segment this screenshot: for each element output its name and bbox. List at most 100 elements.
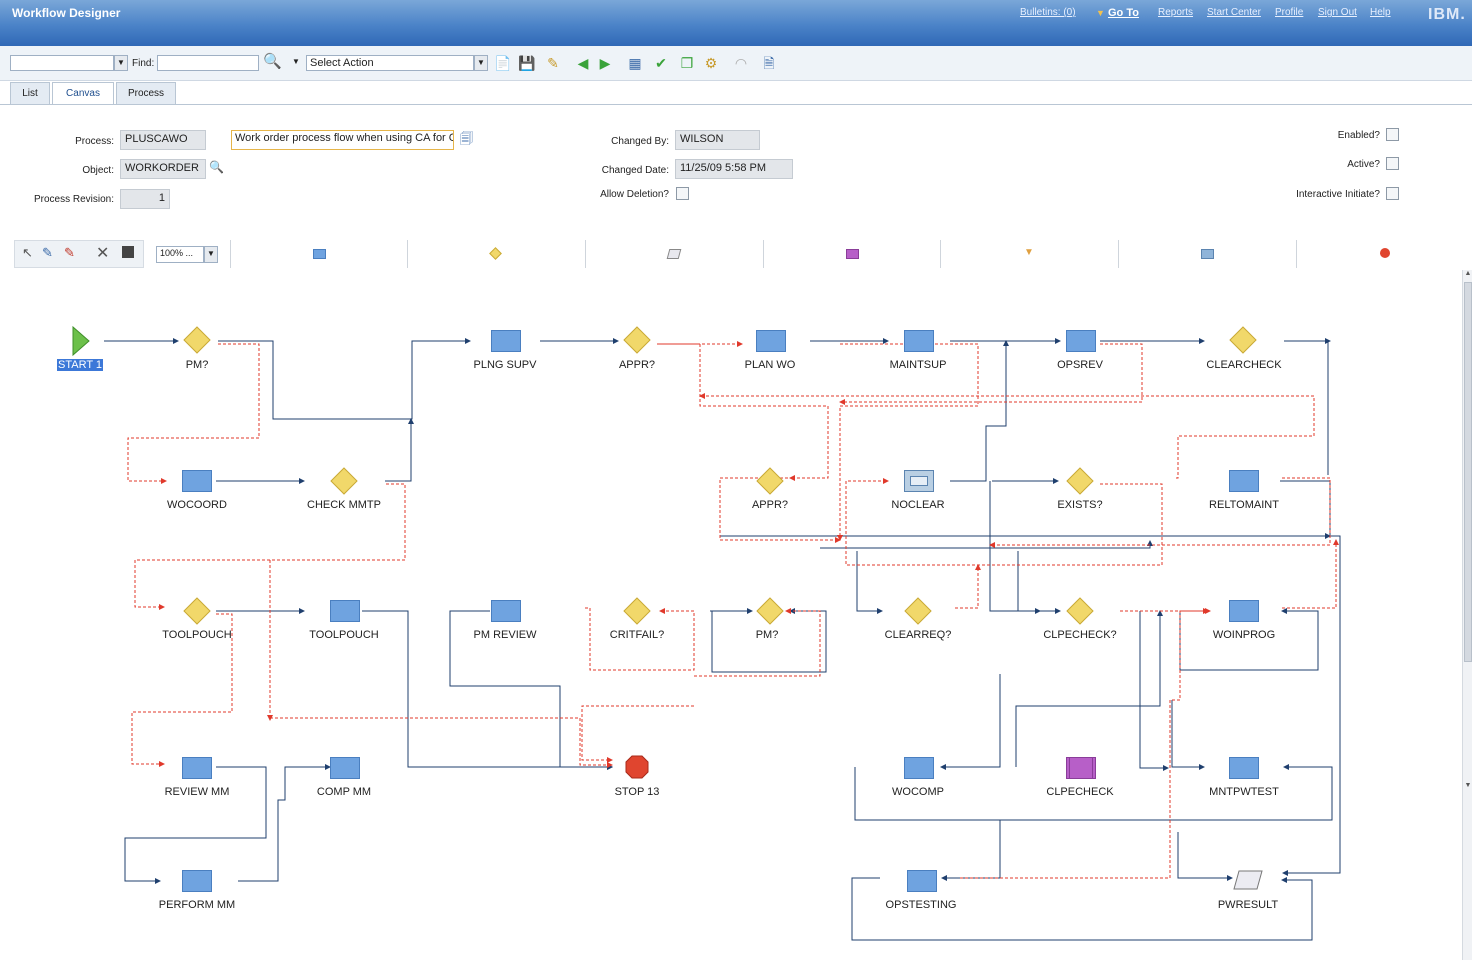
sign-out-link[interactable]: Sign Out <box>1318 7 1357 18</box>
task-node-icon[interactable] <box>1229 470 1259 492</box>
clear-changes-icon[interactable]: ✎ <box>544 54 562 72</box>
condition-node-icon[interactable] <box>904 597 932 625</box>
revision-field[interactable]: 1 <box>120 189 170 209</box>
active-checkbox[interactable] <box>1386 157 1399 170</box>
scroll-up-icon[interactable]: ▲ <box>1464 270 1472 280</box>
node-label-stop13[interactable]: STOP 13 <box>577 786 697 798</box>
scroll-down-icon[interactable]: ▼ <box>1464 782 1472 792</box>
search-icon[interactable]: 🔍 <box>263 52 282 70</box>
node-label-plngsupv[interactable]: PLNG SUPV <box>445 359 565 371</box>
zoom-dropdown-icon[interactable]: ▼ <box>204 246 218 263</box>
condition-node-icon[interactable] <box>623 597 651 625</box>
scroll-thumb[interactable] <box>1464 282 1472 662</box>
workflow-canvas[interactable]: START 1 PM? PLNG SUPV APPR? PLAN WO MAIN… <box>0 270 1462 960</box>
node-label-opsrev[interactable]: OPSREV <box>1020 359 1140 371</box>
node-label-appr1[interactable]: APPR? <box>577 359 697 371</box>
node-label-compmm[interactable]: COMP MM <box>284 786 404 798</box>
subprocess-node-icon[interactable] <box>1066 757 1096 779</box>
condition-node-icon[interactable] <box>1066 597 1094 625</box>
new-record-icon[interactable]: 📄 <box>494 54 512 72</box>
process-field[interactable]: PLUSCAWO <box>120 130 206 150</box>
node-label-performmm[interactable]: PERFORM MM <box>137 899 257 911</box>
activate-icon[interactable]: ❐ <box>678 54 696 72</box>
node-label-wocomp[interactable]: WOCOMP <box>858 786 978 798</box>
positive-connector-icon[interactable]: ✎ <box>42 245 53 261</box>
long-description-icon[interactable]: 🗐 <box>460 130 473 152</box>
allow-deletion-checkbox[interactable] <box>676 187 689 200</box>
node-label-wocoord[interactable]: WOCOORD <box>137 499 257 511</box>
node-label-checkmmtp[interactable]: CHECK MMTP <box>284 499 404 511</box>
interactive-initiate-checkbox[interactable] <box>1386 187 1399 200</box>
node-label-opstesting[interactable]: OPSTESTING <box>861 899 981 911</box>
manual-input-node-icon[interactable] <box>1233 870 1263 890</box>
help-link[interactable]: Help <box>1370 7 1391 18</box>
node-label-reviewmm[interactable]: REVIEW MM <box>137 786 257 798</box>
changed-date-field[interactable]: 11/25/09 5:58 PM <box>675 159 793 179</box>
profile-link[interactable]: Profile <box>1275 7 1303 18</box>
wait-node-icon[interactable] <box>904 470 934 492</box>
condition-node-icon[interactable] <box>756 467 784 495</box>
task-node-icon[interactable] <box>491 330 521 352</box>
enabled-checkbox[interactable] <box>1386 128 1399 141</box>
select-action[interactable]: Select Action <box>306 55 474 71</box>
find-input[interactable] <box>157 55 259 71</box>
node-label-planwo[interactable]: PLAN WO <box>710 359 830 371</box>
start-node-icon[interactable] <box>72 326 90 356</box>
save-icon[interactable]: 💾 <box>518 54 536 72</box>
task-node-icon[interactable] <box>491 600 521 622</box>
select-action-dropdown-icon[interactable]: ▼ <box>474 55 488 71</box>
task-node-icon[interactable] <box>182 757 212 779</box>
condition-node-icon[interactable] <box>623 326 651 354</box>
node-label-noclear[interactable]: NOCLEAR <box>858 499 978 511</box>
node-label-pwresult[interactable]: PWRESULT <box>1188 899 1308 911</box>
condition-node-icon[interactable] <box>1229 326 1257 354</box>
dialog-icon[interactable]: ▦ <box>626 54 644 72</box>
node-label-toolpouch2[interactable]: TOOLPOUCH <box>284 629 404 641</box>
condition-node-icon[interactable] <box>756 597 784 625</box>
bulletins-link[interactable]: Bulletins: (0) <box>1020 7 1076 18</box>
node-label-reltomaint[interactable]: RELTOMAINT <box>1184 499 1304 511</box>
node-label-toolpouch1[interactable]: TOOLPOUCH <box>137 629 257 641</box>
zoom-select[interactable]: 100% ... <box>156 246 204 263</box>
delete-icon[interactable]: ✕ <box>96 243 109 263</box>
task-node-icon[interactable] <box>904 330 934 352</box>
object-field[interactable]: WORKORDER <box>120 159 206 179</box>
task-node-icon[interactable] <box>330 600 360 622</box>
task-node-icon[interactable] <box>1229 757 1259 779</box>
subprocess-tool-icon[interactable] <box>846 249 859 259</box>
node-label-maintsup[interactable]: MAINTSUP <box>858 359 978 371</box>
stop-drawing-icon[interactable] <box>122 246 134 258</box>
node-label-exists[interactable]: EXISTS? <box>1020 499 1140 511</box>
task-node-icon[interactable] <box>904 757 934 779</box>
node-label-clpecheckq[interactable]: CLPECHECK? <box>1020 629 1140 641</box>
app-select-dropdown-icon[interactable]: ▼ <box>114 55 128 71</box>
condition-node-icon[interactable] <box>183 597 211 625</box>
task-node-icon[interactable] <box>907 870 937 892</box>
reports-link[interactable]: Reports <box>1158 7 1193 18</box>
task-node-icon[interactable] <box>1066 330 1096 352</box>
wait-node-tool-icon[interactable] <box>1201 249 1214 259</box>
settings-icon[interactable]: ⚙ <box>702 54 720 72</box>
tab-list[interactable]: List <box>10 82 50 104</box>
tab-process[interactable]: Process <box>116 82 176 104</box>
object-lookup-icon[interactable]: 🔍 <box>209 160 224 174</box>
report-icon[interactable]: 🗎 <box>760 54 778 72</box>
condition-node-icon[interactable] <box>330 467 358 495</box>
condition-node-icon[interactable] <box>183 326 211 354</box>
node-label-mntpwtest[interactable]: MNTPWTEST <box>1184 786 1304 798</box>
next-record-icon[interactable]: ▶ <box>596 54 614 72</box>
node-label-clearcheck[interactable]: CLEARCHECK <box>1184 359 1304 371</box>
canvas-scrollbar[interactable]: ▲ ▼ <box>1462 270 1472 960</box>
node-label-clpecheck[interactable]: CLPECHECK <box>1020 786 1140 798</box>
start-center-link[interactable]: Start Center <box>1207 7 1261 18</box>
validate-icon[interactable]: ✔ <box>652 54 670 72</box>
node-label-start1[interactable]: START 1 <box>57 359 104 371</box>
condition-node-icon[interactable] <box>1066 467 1094 495</box>
negative-connector-icon[interactable]: ✎ <box>64 245 75 261</box>
task-node-icon[interactable] <box>756 330 786 352</box>
node-label-pm2[interactable]: PM? <box>707 629 827 641</box>
task-node-icon[interactable] <box>182 870 212 892</box>
task-node-tool-icon[interactable] <box>313 249 326 259</box>
task-node-icon[interactable] <box>330 757 360 779</box>
pointer-icon[interactable]: ↖ <box>22 245 33 261</box>
